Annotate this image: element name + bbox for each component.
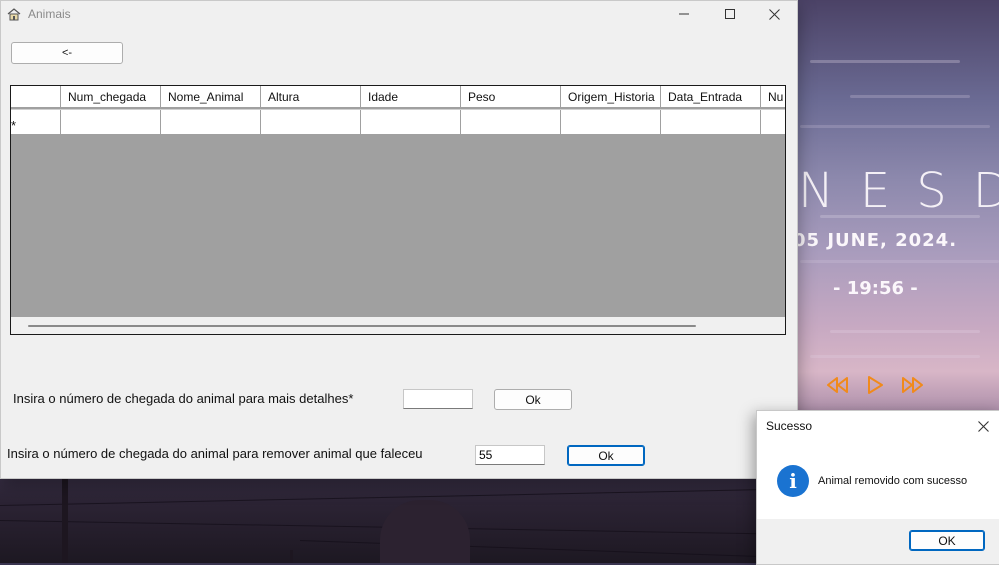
table-cell[interactable] xyxy=(461,110,561,134)
column-header[interactable]: Origem_Historia xyxy=(561,86,661,108)
minimize-icon xyxy=(679,13,689,15)
column-header[interactable]: Num_chegada xyxy=(61,86,161,108)
new-row[interactable]: * xyxy=(11,109,785,135)
back-button[interactable]: <- xyxy=(11,42,123,64)
dialog-message: Animal removido com sucesso xyxy=(818,475,968,487)
fast-forward-icon[interactable] xyxy=(900,376,924,394)
close-icon xyxy=(977,420,989,432)
column-header[interactable]: Data_Entrada xyxy=(661,86,761,108)
dialog-close-button[interactable] xyxy=(966,411,999,441)
column-header[interactable]: Nome_Animal xyxy=(161,86,261,108)
scrollbar-thumb[interactable] xyxy=(28,325,696,327)
dialog-body: i Animal removido com sucesso xyxy=(757,441,999,519)
window-title: Animais xyxy=(28,7,71,21)
info-icon: i xyxy=(777,465,809,497)
horizontal-scrollbar[interactable] xyxy=(11,317,785,334)
details-label: Insira o número de chegada do animal par… xyxy=(13,391,354,406)
table-cell[interactable] xyxy=(361,110,461,134)
column-header[interactable]: Idade xyxy=(361,86,461,108)
grid-header-row: Num_chegada Nome_Animal Altura Idade Pes… xyxy=(11,86,785,108)
play-icon[interactable] xyxy=(866,375,884,395)
minimize-button[interactable] xyxy=(661,1,707,27)
close-icon xyxy=(768,8,780,20)
dialog-title: Sucesso xyxy=(766,419,813,433)
maximize-icon xyxy=(725,9,735,19)
table-cell[interactable] xyxy=(161,110,261,134)
close-button[interactable] xyxy=(751,1,797,27)
clock-day-word: NESD xyxy=(798,163,999,219)
maximize-button[interactable] xyxy=(707,1,753,27)
animais-window: Animais <- Num_chegada Nome_Animal Altur… xyxy=(0,0,798,479)
dialog-ok-button[interactable]: OK xyxy=(909,530,985,551)
table-cell[interactable] xyxy=(261,110,361,134)
remove-number-input[interactable] xyxy=(475,445,545,465)
column-header[interactable]: Nu xyxy=(761,86,785,108)
animals-data-grid[interactable]: Num_chegada Nome_Animal Altura Idade Pes… xyxy=(10,85,786,335)
clock-date: 05 JUNE, 2024. xyxy=(793,230,958,251)
media-controls xyxy=(826,375,924,395)
column-header[interactable]: Altura xyxy=(261,86,361,108)
row-header-corner[interactable] xyxy=(11,86,61,108)
remove-ok-button[interactable]: Ok xyxy=(567,445,645,466)
table-cell[interactable] xyxy=(761,110,785,134)
details-number-input[interactable] xyxy=(403,389,473,409)
table-cell[interactable] xyxy=(61,110,161,134)
new-row-marker: * xyxy=(11,110,61,134)
house-icon xyxy=(7,7,21,21)
clock-time: - 19:56 - xyxy=(833,278,918,299)
table-cell[interactable] xyxy=(661,110,761,134)
success-dialog: Sucesso i Animal removido com sucesso OK xyxy=(756,410,999,565)
details-ok-button[interactable]: Ok xyxy=(494,389,572,410)
remove-label: Insira o número de chegada do animal par… xyxy=(7,446,423,461)
rewind-icon[interactable] xyxy=(826,376,850,394)
table-cell[interactable] xyxy=(561,110,661,134)
title-bar[interactable]: Animais xyxy=(1,1,797,27)
column-header[interactable]: Peso xyxy=(461,86,561,108)
dialog-footer: OK xyxy=(757,519,999,564)
